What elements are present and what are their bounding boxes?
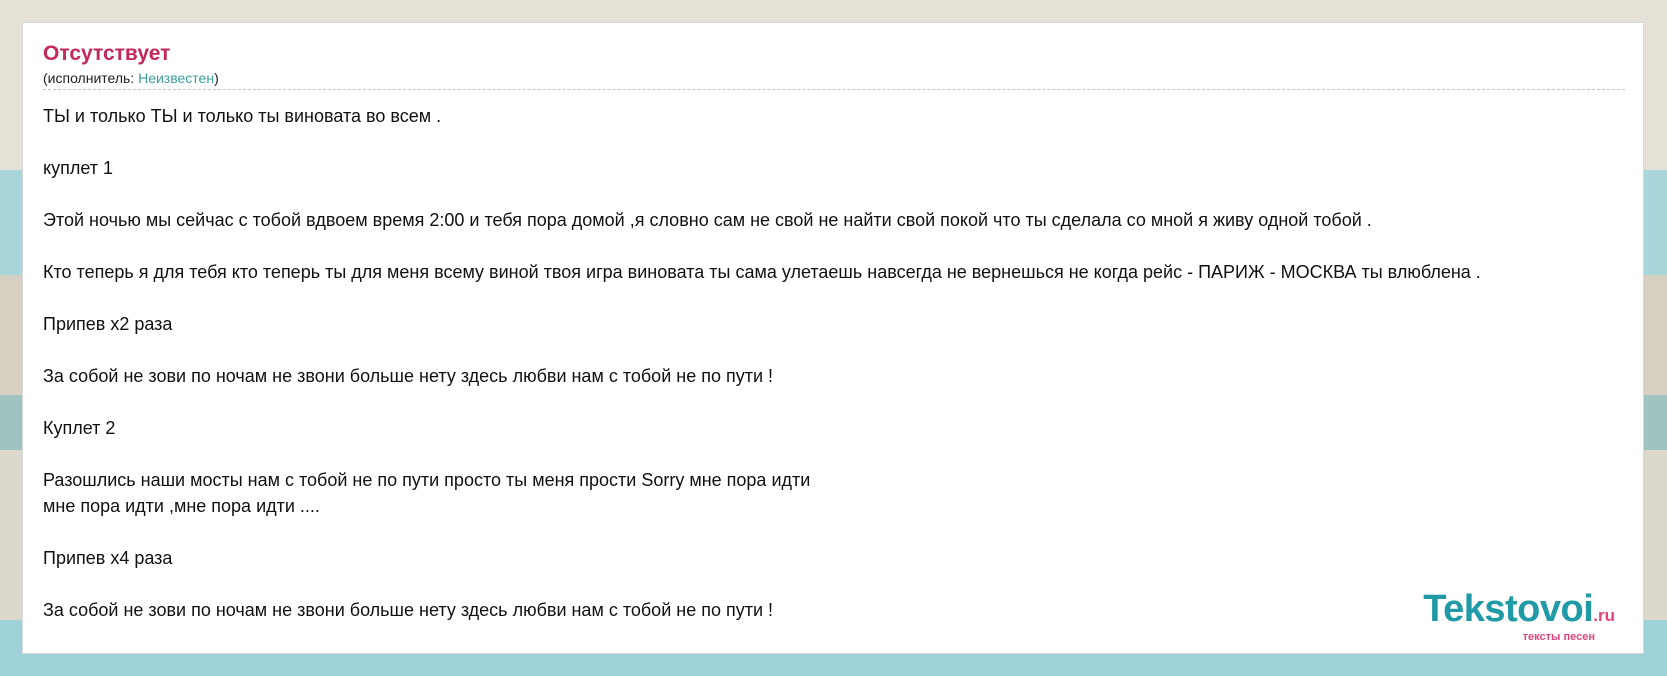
performer-suffix: ) <box>214 70 219 86</box>
lyrics-line <box>43 337 1643 363</box>
logo-wordmark: Tekstovoi.ru <box>1423 590 1615 635</box>
logo-name: Tekstovoi <box>1423 588 1594 630</box>
lyrics-line: Кто теперь я для тебя кто теперь ты для … <box>43 262 1481 282</box>
lyrics-line: За собой не зови по ночам не звони больш… <box>43 600 774 620</box>
lyrics-line: За собой не зови по ночам не звони больш… <box>43 366 774 386</box>
lyrics-line: Припев х2 раза <box>43 314 173 334</box>
performer-line: (исполнитель: Неизвестен) <box>43 69 1625 87</box>
lyrics-line: мне пора идти ,мне пора идти .... <box>43 496 320 516</box>
song-header: Отсутствует (исполнитель: Неизвестен) <box>43 41 1625 90</box>
logo-tld: .ru <box>1593 606 1615 625</box>
performer-prefix: (исполнитель: <box>43 70 139 86</box>
lyrics-line <box>43 571 1643 597</box>
lyrics-line <box>43 519 1643 545</box>
performer-link[interactable]: Неизвестен <box>138 70 214 86</box>
lyrics-line: куплет 1 <box>43 158 113 178</box>
lyrics-line <box>43 129 1643 155</box>
lyrics-line <box>43 389 1643 415</box>
lyrics-line: Припев х4 раза <box>43 548 173 568</box>
lyrics-line <box>43 233 1643 259</box>
song-title: Отсутствует <box>43 42 171 65</box>
site-logo[interactable]: Tekstovoi.ru тексты песен <box>1423 590 1615 643</box>
lyrics-line <box>43 285 1643 311</box>
lyrics-card: Отсутствует (исполнитель: Неизвестен) ТЫ… <box>22 22 1644 654</box>
lyrics-line <box>43 441 1643 467</box>
lyrics-text: ТЫ и только ТЫ и только ты виновата во в… <box>43 103 1643 623</box>
lyrics-line <box>43 181 1643 207</box>
lyrics-line: ТЫ и только ТЫ и только ты виновата во в… <box>43 106 442 126</box>
lyrics-line: Этой ночью мы сейчас с тобой вдвоем врем… <box>43 210 1372 230</box>
lyrics-line: Куплет 2 <box>43 418 116 438</box>
lyrics-line: Разошлись наши мосты нам с тобой не по п… <box>43 470 811 490</box>
